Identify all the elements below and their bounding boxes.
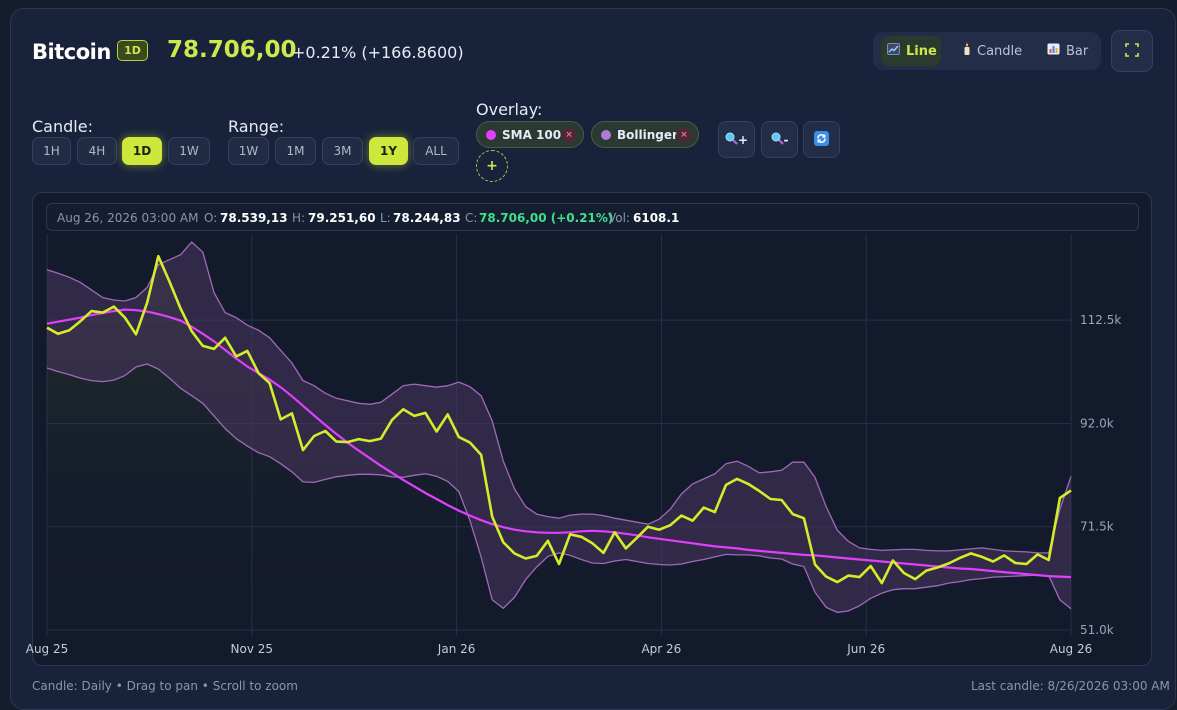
- y-tick-label: 112.5k: [1080, 313, 1121, 327]
- y-tick-label: 92.0k: [1080, 416, 1114, 430]
- price-chart[interactable]: 112.5k 92.0k 71.5k 51.0k Aug 25 Nov 25 Jan 26 A…: [0, 0, 1177, 697]
- y-tick-label: 71.5k: [1080, 520, 1114, 534]
- x-tick-label: Jun 26: [846, 642, 885, 656]
- x-tick-label: Nov 25: [231, 642, 274, 656]
- x-tick-label: Apr 26: [641, 642, 681, 656]
- x-tick-label: Aug 26: [1050, 642, 1093, 656]
- footer-last-candle: Last candle: 8/26/2026 03:00 AM: [971, 679, 1170, 693]
- y-tick-label: 51.0k: [1080, 623, 1114, 637]
- footer-hint: Candle: Daily • Drag to pan • Scroll to …: [32, 679, 298, 693]
- x-tick-label: Aug 25: [26, 642, 69, 656]
- x-tick-label: Jan 26: [437, 642, 476, 656]
